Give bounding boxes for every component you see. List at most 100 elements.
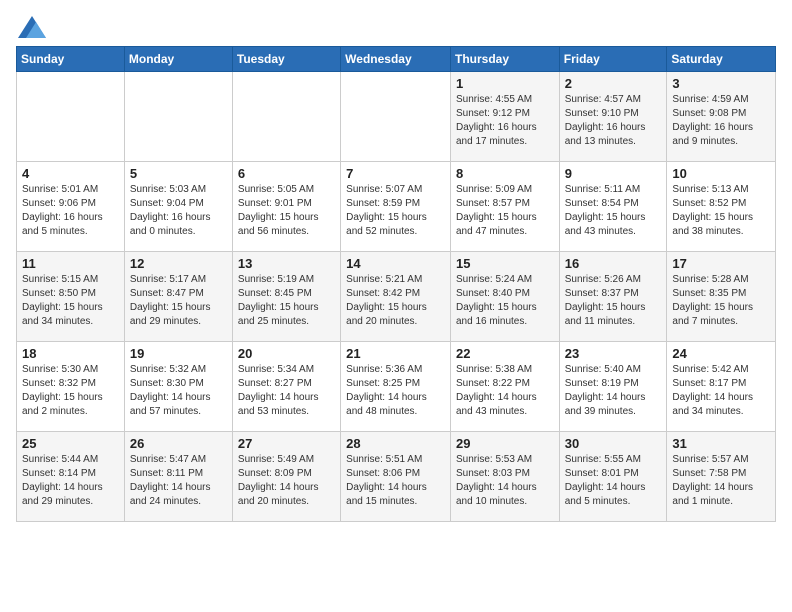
day-number: 13 — [238, 256, 335, 271]
day-number: 8 — [456, 166, 554, 181]
day-number: 31 — [672, 436, 770, 451]
day-info: Sunrise: 5:34 AM Sunset: 8:27 PM Dayligh… — [238, 363, 335, 419]
day-info: Sunrise: 5:19 AM Sunset: 8:45 PM Dayligh… — [238, 273, 335, 329]
day-number: 5 — [130, 166, 227, 181]
calendar-cell: 17 Sunrise: 5:28 AM Sunset: 8:35 PM Dayli… — [667, 252, 776, 342]
day-number: 11 — [22, 256, 119, 271]
day-info: Sunrise: 5:55 AM Sunset: 8:01 PM Dayligh… — [565, 453, 662, 509]
calendar-cell: 12Sunrise: 5:17 AM Sunset: 8:47 PM Dayli… — [124, 252, 232, 342]
logo-icon — [18, 16, 46, 38]
day-number: 22 — [456, 346, 554, 361]
day-number: 29 — [456, 436, 554, 451]
day-header-wednesday: Wednesday — [341, 47, 451, 72]
calendar-cell — [17, 72, 125, 162]
calendar-cell: 22 Sunrise: 5:38 AM Sunset: 8:22 PM Dayli… — [450, 342, 559, 432]
calendar-cell: 15Sunrise: 5:24 AM Sunset: 8:40 PM Dayli… — [450, 252, 559, 342]
calendar-cell — [341, 72, 451, 162]
day-info: Sunrise: 4:57 AM Sunset: 9:10 PM Dayligh… — [565, 93, 662, 149]
day-number: 9 — [565, 166, 662, 181]
day-info: Sunrise: 5:32 AM Sunset: 8:30 PM Dayligh… — [130, 363, 227, 419]
day-number: 30 — [565, 436, 662, 451]
calendar-cell: 14 Sunrise: 5:21 AM Sunset: 8:42 PM Dayli… — [341, 252, 451, 342]
day-header-saturday: Saturday — [667, 47, 776, 72]
calendar-cell: 13 Sunrise: 5:19 AM Sunset: 8:45 PM Dayli… — [232, 252, 340, 342]
day-number: 20 — [238, 346, 335, 361]
day-number: 19 — [130, 346, 227, 361]
day-number: 14 — [346, 256, 445, 271]
day-info: Sunrise: 5:15 AM Sunset: 8:50 PM Dayligh… — [22, 273, 119, 329]
calendar-cell: 19 Sunrise: 5:32 AM Sunset: 8:30 PM Dayli… — [124, 342, 232, 432]
day-info: Sunrise: 5:44 AM Sunset: 8:14 PM Dayligh… — [22, 453, 119, 509]
day-number: 7 — [346, 166, 445, 181]
calendar-cell: 24 Sunrise: 5:42 AM Sunset: 8:17 PM Dayli… — [667, 342, 776, 432]
day-number: 25 — [22, 436, 119, 451]
page-header — [16, 16, 776, 38]
calendar-cell: 29 Sunrise: 5:53 AM Sunset: 8:03 PM Dayli… — [450, 432, 559, 522]
calendar-cell: 28Sunrise: 5:51 AM Sunset: 8:06 PM Dayli… — [341, 432, 451, 522]
calendar-cell: 27 Sunrise: 5:49 AM Sunset: 8:09 PM Dayli… — [232, 432, 340, 522]
day-header-sunday: Sunday — [17, 47, 125, 72]
day-number: 18 — [22, 346, 119, 361]
calendar-cell: 4 Sunrise: 5:01 AM Sunset: 9:06 PM Daylig… — [17, 162, 125, 252]
day-number: 1 — [456, 76, 554, 91]
calendar-cell: 18Sunrise: 5:30 AM Sunset: 8:32 PM Dayli… — [17, 342, 125, 432]
day-number: 21 — [346, 346, 445, 361]
calendar-cell: 21 Sunrise: 5:36 AM Sunset: 8:25 PM Dayli… — [341, 342, 451, 432]
day-info: Sunrise: 5:03 AM Sunset: 9:04 PM Dayligh… — [130, 183, 227, 239]
day-info: Sunrise: 5:49 AM Sunset: 8:09 PM Dayligh… — [238, 453, 335, 509]
day-info: Sunrise: 4:55 AM Sunset: 9:12 PM Dayligh… — [456, 93, 554, 149]
day-info: Sunrise: 5:28 AM Sunset: 8:35 PM Dayligh… — [672, 273, 770, 329]
day-number: 10 — [672, 166, 770, 181]
day-header-friday: Friday — [559, 47, 667, 72]
day-number: 16 — [565, 256, 662, 271]
calendar-cell: 1 Sunrise: 4:55 AM Sunset: 9:12 PM Daylig… — [450, 72, 559, 162]
day-info: Sunrise: 5:09 AM Sunset: 8:57 PM Dayligh… — [456, 183, 554, 239]
day-info: Sunrise: 5:24 AM Sunset: 8:40 PM Dayligh… — [456, 273, 554, 329]
calendar-cell: 23 Sunrise: 5:40 AM Sunset: 8:19 PM Dayli… — [559, 342, 667, 432]
calendar-cell: 6 Sunrise: 5:05 AM Sunset: 9:01 PM Daylig… — [232, 162, 340, 252]
day-info: Sunrise: 5:47 AM Sunset: 8:11 PM Dayligh… — [130, 453, 227, 509]
day-info: Sunrise: 5:26 AM Sunset: 8:37 PM Dayligh… — [565, 273, 662, 329]
day-info: Sunrise: 5:05 AM Sunset: 9:01 PM Dayligh… — [238, 183, 335, 239]
calendar-cell: 16 Sunrise: 5:26 AM Sunset: 8:37 PM Dayli… — [559, 252, 667, 342]
calendar-cell: 10 Sunrise: 5:13 AM Sunset: 8:52 PM Dayli… — [667, 162, 776, 252]
day-number: 24 — [672, 346, 770, 361]
day-number: 4 — [22, 166, 119, 181]
day-number: 3 — [672, 76, 770, 91]
calendar-cell: 9 Sunrise: 5:11 AM Sunset: 8:54 PM Daylig… — [559, 162, 667, 252]
day-info: Sunrise: 4:59 AM Sunset: 9:08 PM Dayligh… — [672, 93, 770, 149]
day-number: 6 — [238, 166, 335, 181]
day-number: 23 — [565, 346, 662, 361]
day-number: 28 — [346, 436, 445, 451]
calendar-cell: 20 Sunrise: 5:34 AM Sunset: 8:27 PM Dayli… — [232, 342, 340, 432]
day-info: Sunrise: 5:40 AM Sunset: 8:19 PM Dayligh… — [565, 363, 662, 419]
day-header-monday: Monday — [124, 47, 232, 72]
calendar-cell: 5 Sunrise: 5:03 AM Sunset: 9:04 PM Daylig… — [124, 162, 232, 252]
calendar-cell: 26 Sunrise: 5:47 AM Sunset: 8:11 PM Dayli… — [124, 432, 232, 522]
day-number: 27 — [238, 436, 335, 451]
day-info: Sunrise: 5:57 AM Sunset: 7:58 PM Dayligh… — [672, 453, 770, 509]
calendar-cell: 3 Sunrise: 4:59 AM Sunset: 9:08 PM Daylig… — [667, 72, 776, 162]
day-info: Sunrise: 5:01 AM Sunset: 9:06 PM Dayligh… — [22, 183, 119, 239]
calendar-cell — [232, 72, 340, 162]
calendar-cell: 30 Sunrise: 5:55 AM Sunset: 8:01 PM Dayli… — [559, 432, 667, 522]
calendar-cell: 2 Sunrise: 4:57 AM Sunset: 9:10 PM Daylig… — [559, 72, 667, 162]
day-info: Sunrise: 5:17 AM Sunset: 8:47 PM Dayligh… — [130, 273, 227, 329]
day-info: Sunrise: 5:21 AM Sunset: 8:42 PM Dayligh… — [346, 273, 445, 329]
calendar-table: SundayMondayTuesdayWednesdayThursdayFrid… — [16, 46, 776, 522]
day-number: 26 — [130, 436, 227, 451]
day-number: 2 — [565, 76, 662, 91]
logo — [16, 16, 46, 38]
day-info: Sunrise: 5:11 AM Sunset: 8:54 PM Dayligh… — [565, 183, 662, 239]
calendar-cell: 11 Sunrise: 5:15 AM Sunset: 8:50 PM Dayli… — [17, 252, 125, 342]
calendar-cell — [124, 72, 232, 162]
day-info: Sunrise: 5:42 AM Sunset: 8:17 PM Dayligh… — [672, 363, 770, 419]
calendar-cell: 8 Sunrise: 5:09 AM Sunset: 8:57 PM Daylig… — [450, 162, 559, 252]
day-info: Sunrise: 5:53 AM Sunset: 8:03 PM Dayligh… — [456, 453, 554, 509]
day-info: Sunrise: 5:38 AM Sunset: 8:22 PM Dayligh… — [456, 363, 554, 419]
day-header-thursday: Thursday — [450, 47, 559, 72]
day-info: Sunrise: 5:13 AM Sunset: 8:52 PM Dayligh… — [672, 183, 770, 239]
calendar-cell: 31 Sunrise: 5:57 AM Sunset: 7:58 PM Dayli… — [667, 432, 776, 522]
day-number: 17 — [672, 256, 770, 271]
day-info: Sunrise: 5:36 AM Sunset: 8:25 PM Dayligh… — [346, 363, 445, 419]
